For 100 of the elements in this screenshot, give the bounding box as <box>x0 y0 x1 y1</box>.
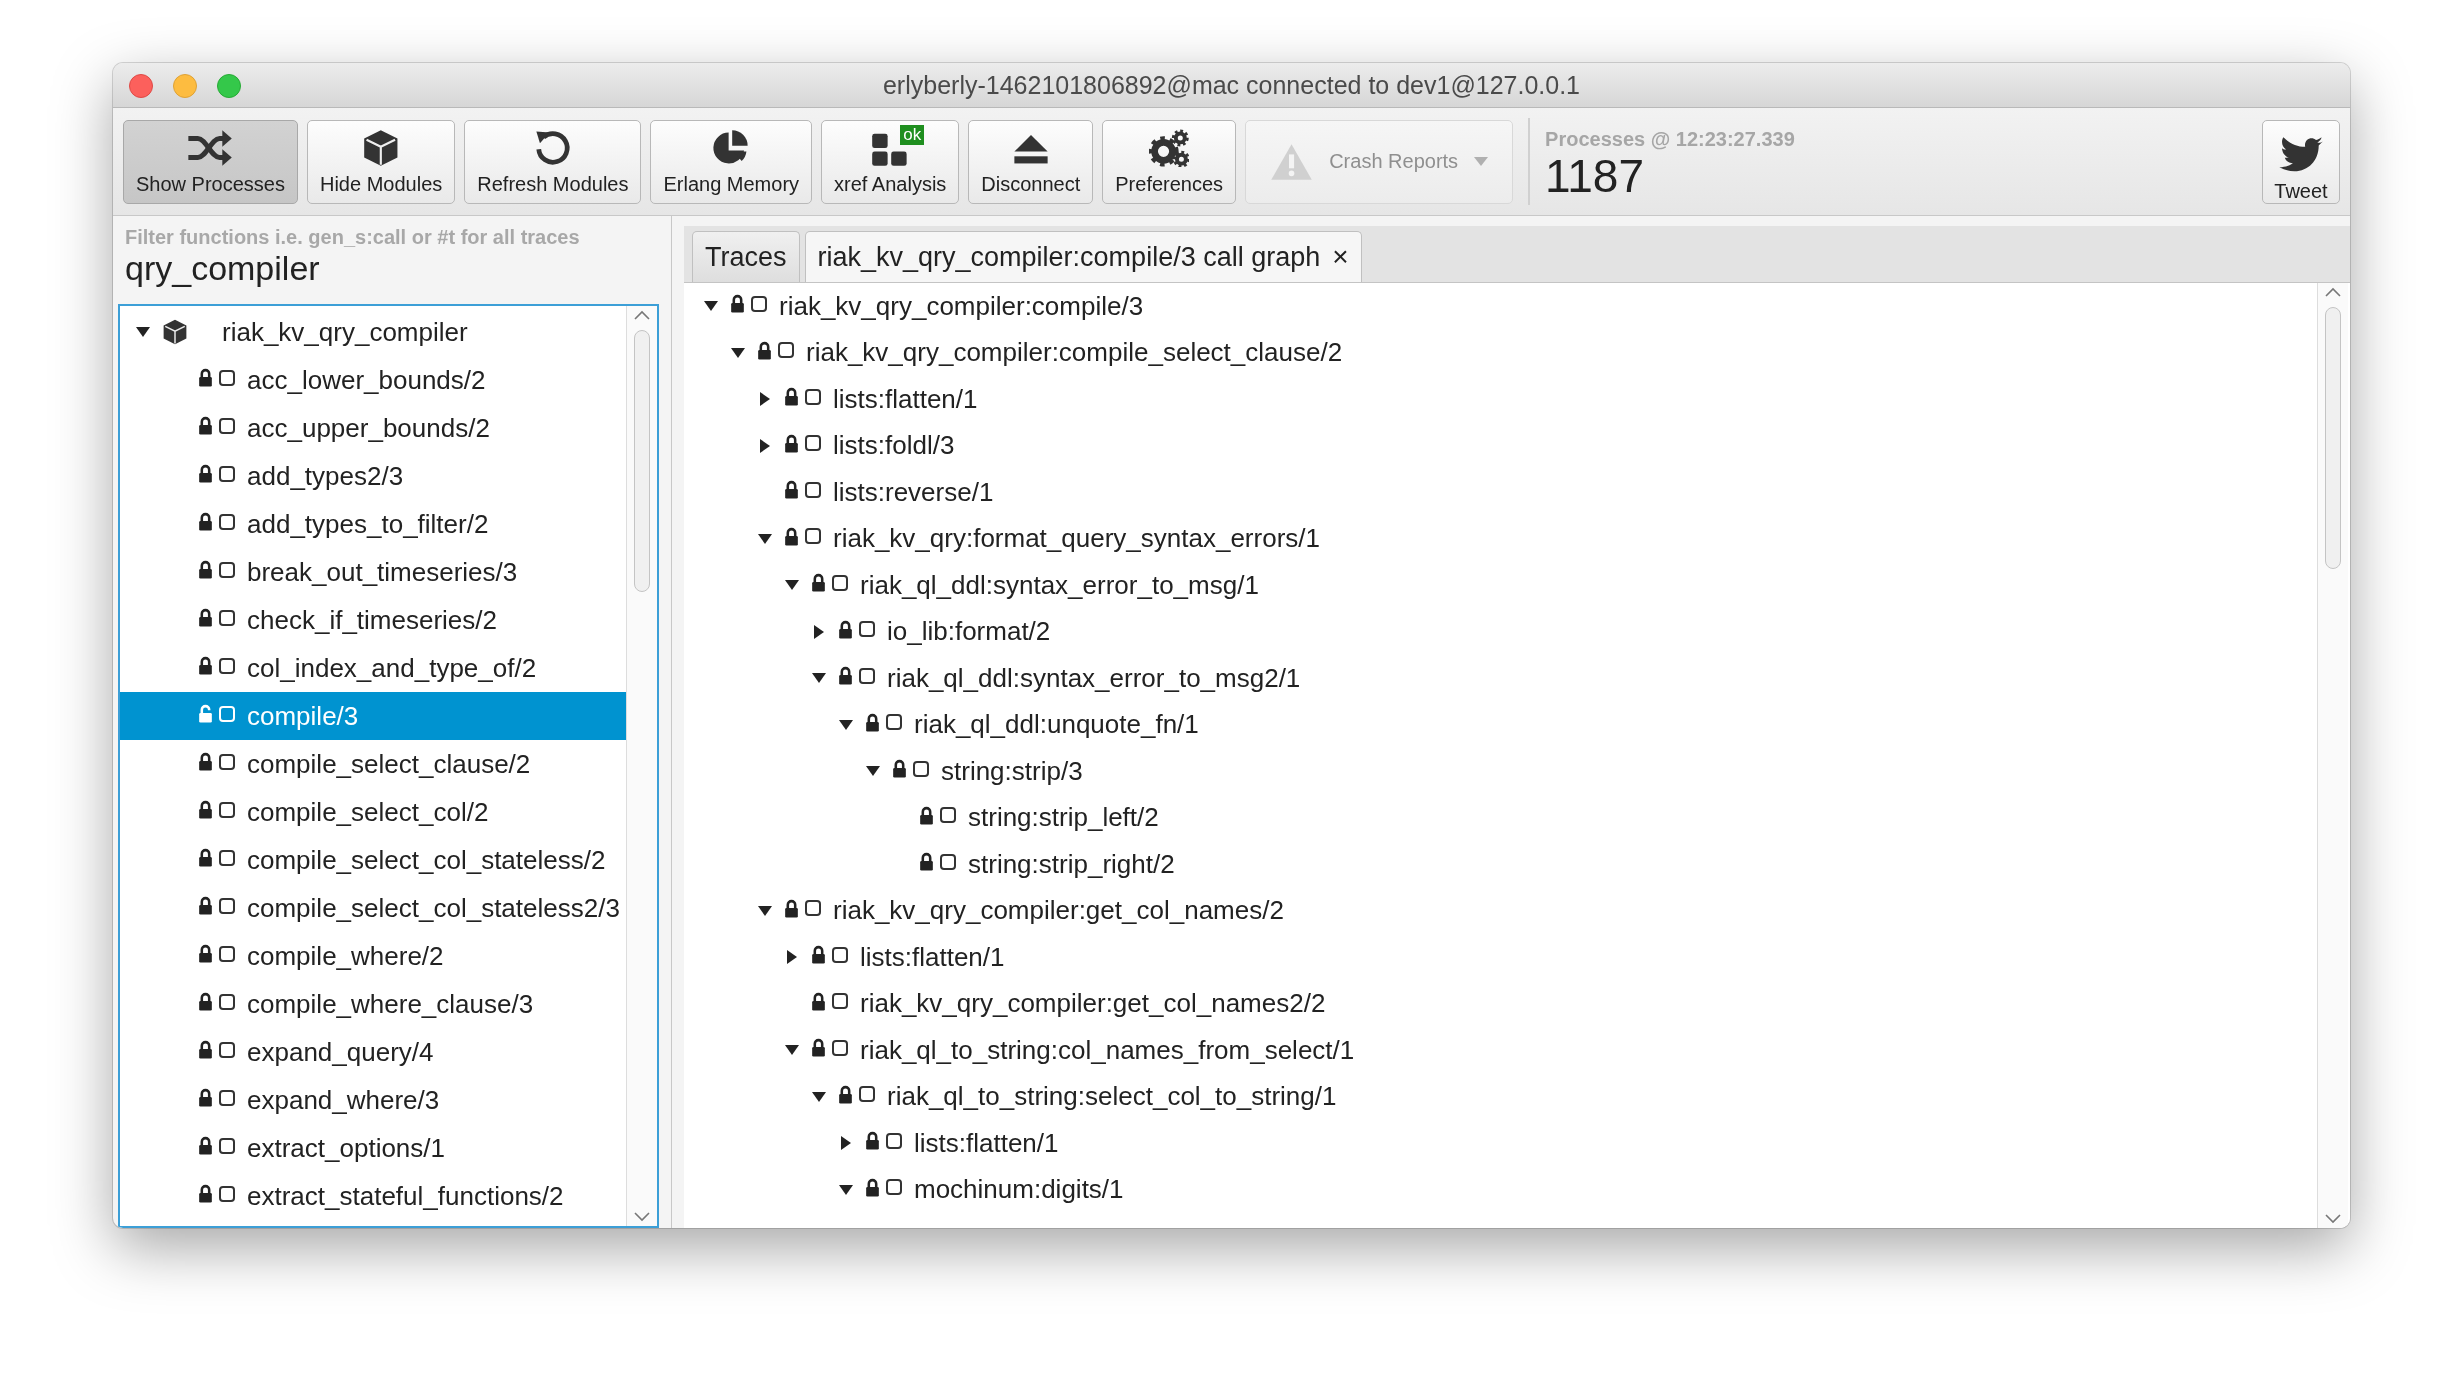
lock-icon[interactable] <box>198 1040 213 1059</box>
function-row[interactable]: compile_select_col_stateless2/3 <box>120 884 626 932</box>
checkbox[interactable] <box>219 897 235 914</box>
graph-row[interactable]: riak_ql_to_string:select_col_to_string/1 <box>698 1073 2317 1120</box>
lock-icon[interactable] <box>784 480 799 500</box>
lock-icon[interactable] <box>198 512 213 531</box>
toolbar-button[interactable]: Disconnect <box>968 119 1094 204</box>
checkbox[interactable] <box>886 1179 902 1196</box>
graph-row[interactable]: string:strip/3 <box>698 748 2317 795</box>
graph-row[interactable]: io_lib:format/2 <box>698 608 2317 655</box>
toolbar-button[interactable]: Refresh Modules <box>464 119 642 204</box>
checkbox[interactable] <box>886 1132 902 1149</box>
function-row[interactable]: expand_query/4 <box>120 1028 626 1076</box>
lock-icon[interactable] <box>198 560 213 579</box>
lock-icon[interactable] <box>919 805 934 825</box>
checkbox[interactable] <box>219 513 235 530</box>
collapse-arrow-icon[interactable] <box>811 1089 827 1104</box>
function-row[interactable]: compile_select_clause/2 <box>120 740 626 788</box>
collapse-arrow-icon[interactable] <box>730 345 746 360</box>
lock-icon[interactable] <box>198 1088 213 1107</box>
checkbox[interactable] <box>805 900 821 917</box>
graph-row[interactable]: riak_ql_ddl:unquote_fn/1 <box>698 701 2317 748</box>
graph-row[interactable]: riak_kv_qry_compiler:get_col_names/2 <box>698 887 2317 934</box>
toolbar-button[interactable]: Erlang Memory <box>650 119 813 204</box>
checkbox[interactable] <box>219 945 235 962</box>
checkbox[interactable] <box>940 853 956 870</box>
graph-row[interactable]: string:strip_left/2 <box>698 794 2317 841</box>
checkbox[interactable] <box>832 574 848 591</box>
checkbox[interactable] <box>886 714 902 731</box>
function-row[interactable]: expand_where/3 <box>120 1076 626 1124</box>
lock-icon[interactable] <box>892 759 907 779</box>
tab[interactable]: riak_kv_qry_compiler:compile/3 call graph × <box>804 231 1362 282</box>
lock-icon[interactable] <box>198 848 213 867</box>
function-row[interactable]: acc_upper_bounds/2 <box>120 404 626 452</box>
graph-row[interactable]: lists:flatten/1 <box>698 1120 2317 1167</box>
graph-row[interactable]: lists:reverse/1 <box>698 469 2317 516</box>
graph-row[interactable]: string:strip_right/2 <box>698 841 2317 888</box>
toolbar-button[interactable]: Hide Modules <box>306 119 456 204</box>
close-tab-button[interactable]: × <box>1332 241 1349 273</box>
graph-row[interactable]: mochinum:digits/1 <box>698 1166 2317 1213</box>
lock-icon[interactable] <box>198 368 213 387</box>
lock-icon[interactable] <box>198 944 213 963</box>
lock-icon[interactable] <box>198 656 213 675</box>
lock-icon[interactable] <box>198 752 213 771</box>
close-button[interactable] <box>129 74 153 98</box>
lock-icon[interactable] <box>811 945 826 965</box>
lock-icon[interactable] <box>919 852 934 872</box>
checkbox[interactable] <box>805 481 821 498</box>
graph-row[interactable]: riak_ql_ddl:syntax_error_to_msg2/1 <box>698 655 2317 702</box>
checkbox[interactable] <box>219 1185 235 1202</box>
lock-icon[interactable] <box>198 1184 213 1203</box>
lock-icon[interactable] <box>198 608 213 627</box>
checkbox[interactable] <box>219 1041 235 1058</box>
scrollbar[interactable] <box>2317 283 2348 1228</box>
scroll-down-icon[interactable] <box>634 1212 650 1222</box>
checkbox[interactable] <box>219 465 235 482</box>
lock-icon[interactable] <box>865 712 880 732</box>
checkbox[interactable] <box>219 993 235 1010</box>
collapse-arrow-icon[interactable] <box>838 717 854 732</box>
graph-row[interactable]: riak_ql_to_string:col_names_from_select/1 <box>698 1027 2317 1074</box>
checkbox[interactable] <box>219 1089 235 1106</box>
checkbox[interactable] <box>778 342 794 359</box>
graph-row[interactable]: lists:flatten/1 <box>698 934 2317 981</box>
checkbox[interactable] <box>219 609 235 626</box>
checkbox[interactable] <box>805 528 821 545</box>
function-row[interactable]: check_if_timeseries/2 <box>120 596 626 644</box>
lock-icon[interactable] <box>838 619 853 639</box>
function-row[interactable]: break_out_timeseries/3 <box>120 548 626 596</box>
collapse-arrow-icon[interactable] <box>135 325 151 339</box>
graph-row[interactable]: lists:foldl/3 <box>698 422 2317 469</box>
module-row[interactable]: riak_kv_qry_compiler <box>120 308 626 356</box>
toolbar-button[interactable]: Preferences <box>1102 119 1237 204</box>
lock-icon[interactable] <box>198 416 213 435</box>
lock-icon[interactable] <box>784 433 799 453</box>
graph-row[interactable]: riak_kv_qry_compiler:compile/3 <box>698 283 2317 330</box>
lock-icon[interactable] <box>198 896 213 915</box>
filter-field[interactable]: qry_compiler <box>125 249 645 288</box>
scroll-up-icon[interactable] <box>634 310 650 320</box>
checkbox[interactable] <box>219 417 235 434</box>
lock-icon[interactable] <box>811 1038 826 1058</box>
checkbox[interactable] <box>859 667 875 684</box>
lock-icon[interactable] <box>865 1131 880 1151</box>
graph-row[interactable]: riak_ql_ddl:syntax_error_to_msg/1 <box>698 562 2317 609</box>
function-row[interactable]: compile_where/2 <box>120 932 626 980</box>
tab[interactable]: Traces <box>692 231 800 282</box>
function-row[interactable]: add_types2/3 <box>120 452 626 500</box>
checkbox[interactable] <box>219 753 235 770</box>
checkbox[interactable] <box>219 657 235 674</box>
function-row[interactable]: acc_lower_bounds/2 <box>120 356 626 404</box>
checkbox[interactable] <box>832 1039 848 1056</box>
lock-icon[interactable] <box>198 1136 213 1155</box>
collapse-arrow-icon[interactable] <box>757 903 773 918</box>
function-row[interactable]: extract_options/1 <box>120 1124 626 1172</box>
lock-icon[interactable] <box>757 340 772 360</box>
collapse-arrow-icon[interactable] <box>757 531 773 546</box>
scrollbar-thumb[interactable] <box>2325 307 2341 569</box>
checkbox[interactable] <box>219 849 235 866</box>
graph-row[interactable]: riak_kv_qry:format_query_syntax_errors/1 <box>698 515 2317 562</box>
lock-icon[interactable] <box>784 526 799 546</box>
checkbox[interactable] <box>859 1086 875 1103</box>
